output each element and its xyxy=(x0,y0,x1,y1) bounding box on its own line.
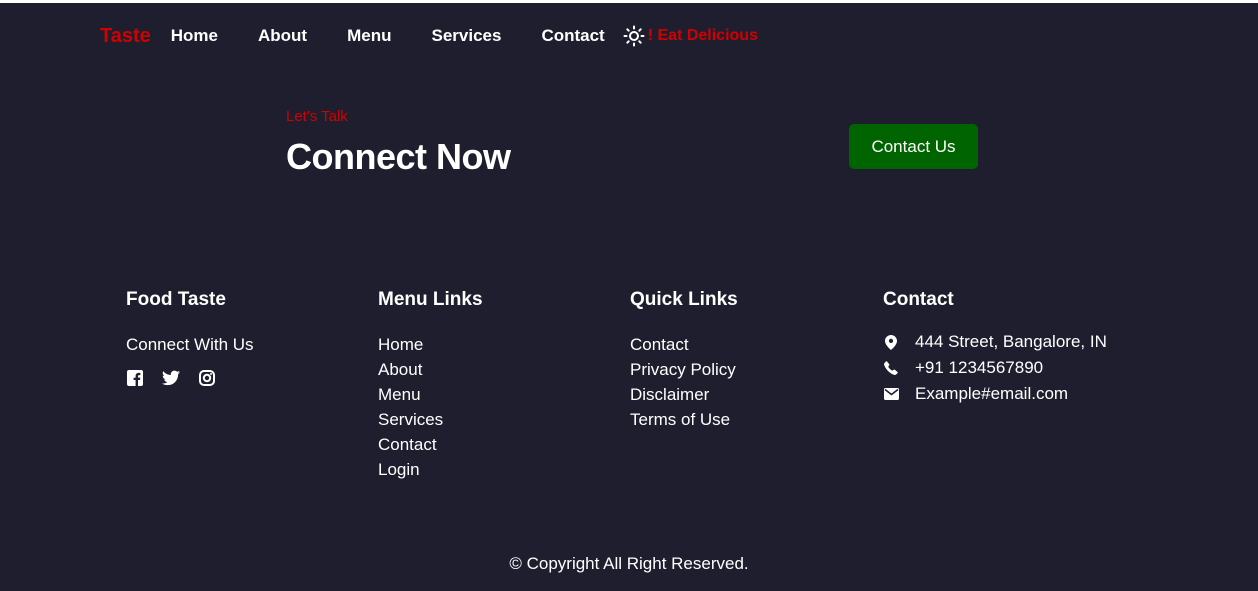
navbar: Taste Home About Menu Services Contact !… xyxy=(100,22,758,50)
contact-title: Contact xyxy=(883,289,954,310)
menu-link-home[interactable]: Home xyxy=(378,332,483,357)
instagram-icon[interactable] xyxy=(198,369,216,387)
nav-contact[interactable]: Contact xyxy=(541,26,604,46)
quick-link-disclaimer[interactable]: Disclaimer xyxy=(630,382,738,407)
top-border xyxy=(0,0,1258,3)
nav-menu[interactable]: Menu xyxy=(347,26,391,46)
phone-icon xyxy=(883,360,899,376)
quick-link-privacy-policy[interactable]: Privacy Policy xyxy=(630,357,738,382)
envelope-icon xyxy=(883,386,899,402)
contact-phone: +91 1234567890 xyxy=(883,355,1107,381)
menu-link-contact[interactable]: Contact xyxy=(378,432,483,457)
copyright-text: © Copyright All Right Reserved. xyxy=(509,554,749,573)
quick-link-contact[interactable]: Contact xyxy=(630,332,738,357)
nav-home[interactable]: Home xyxy=(171,26,218,46)
footer-about-title: Food Taste xyxy=(126,289,226,310)
facebook-icon[interactable] xyxy=(126,369,144,387)
menu-link-menu[interactable]: Menu xyxy=(378,382,483,407)
contact-us-button[interactable]: Contact Us xyxy=(849,124,978,169)
twitter-icon[interactable] xyxy=(162,369,180,387)
footer-menu-links: Menu Links Home About Menu Services Cont… xyxy=(378,289,483,482)
footer-about: Food Taste Connect With Us xyxy=(126,289,254,387)
sun-icon[interactable] xyxy=(623,25,645,47)
menu-link-services[interactable]: Services xyxy=(378,407,483,432)
quick-link-terms-of-use[interactable]: Terms of Use xyxy=(630,407,738,432)
contact-email-text: Example#email.com xyxy=(915,384,1069,403)
nav-services[interactable]: Services xyxy=(431,26,501,46)
footer-quick-links: Quick Links Contact Privacy Policy Discl… xyxy=(630,289,738,432)
nav-about[interactable]: About xyxy=(258,26,307,46)
connect-with-us: Connect With Us xyxy=(126,335,254,354)
cta-kicker: Let's Talk xyxy=(286,108,348,125)
cta-headline: Connect Now xyxy=(286,136,511,177)
contact-address-text: 444 Street, Bangalore, IN xyxy=(915,332,1107,351)
footer-contact: Contact 444 Street, Bangalore, IN +91 12… xyxy=(883,289,1107,407)
location-pin-icon xyxy=(883,334,899,350)
contact-address: 444 Street, Bangalore, IN xyxy=(883,329,1107,355)
brand-logo[interactable]: Taste xyxy=(100,25,151,48)
menu-links-title: Menu Links xyxy=(378,289,483,310)
social-links xyxy=(126,369,254,387)
contact-phone-text: +91 1234567890 xyxy=(915,358,1044,377)
nav-tagline: ! Eat Delicious xyxy=(647,27,758,44)
contact-email: Example#email.com xyxy=(883,381,1107,407)
menu-link-about[interactable]: About xyxy=(378,357,483,382)
menu-link-login[interactable]: Login xyxy=(378,457,483,482)
quick-links-title: Quick Links xyxy=(630,289,738,310)
